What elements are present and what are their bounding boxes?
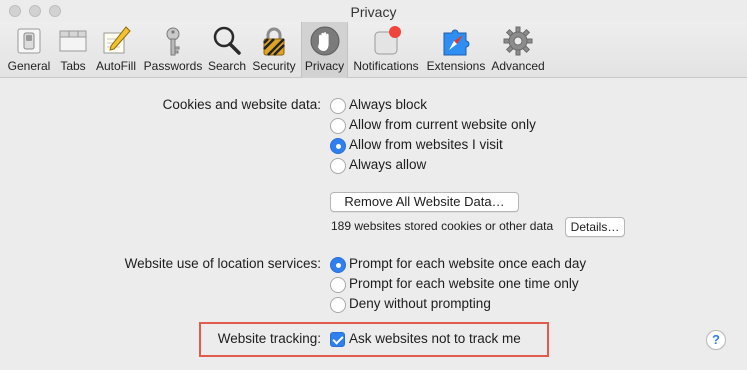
compass-icon <box>443 29 470 56</box>
radio-button[interactable] <box>330 98 346 114</box>
radio-button[interactable] <box>330 158 346 174</box>
radio-prompt-once-each-day-label: Prompt for each website once each day <box>349 256 587 271</box>
radio-always-block-label: Always block <box>349 97 428 112</box>
tab-security-label: Security <box>252 59 296 73</box>
stored-cookies-count: 189 websites stored cookies or other dat… <box>331 219 554 233</box>
radio-button[interactable] <box>330 118 346 134</box>
hand-icon <box>310 26 339 56</box>
tab-security[interactable]: Security <box>250 22 298 78</box>
radio-button[interactable] <box>330 297 346 313</box>
tab-advanced-label: Advanced <box>491 59 545 73</box>
radio-button[interactable] <box>330 277 346 293</box>
tab-notifications-label: Notifications <box>353 59 419 73</box>
radio-always-allow-label: Always allow <box>349 157 427 172</box>
tab-notifications[interactable]: Notifications <box>350 22 422 78</box>
lock-icon <box>263 27 285 56</box>
location-services-label: Website use of location services: <box>124 256 321 271</box>
magnifier-icon <box>213 26 241 55</box>
details-button[interactable]: Details… <box>565 217 625 237</box>
tab-tabs-label: Tabs <box>60 59 86 73</box>
tab-general-label: General <box>7 59 51 73</box>
radio-prompt-one-time-only-label: Prompt for each website one time only <box>349 276 579 291</box>
tab-privacy-label: Privacy <box>304 59 345 73</box>
key-icon <box>166 27 180 56</box>
tab-search[interactable]: Search <box>206 22 248 78</box>
tab-advanced[interactable]: Advanced <box>489 22 547 78</box>
radio-button-selected[interactable] <box>330 257 346 273</box>
window-title: Privacy <box>350 4 397 20</box>
tab-autofill-label: AutoFill <box>95 59 136 73</box>
radio-button-selected[interactable] <box>330 138 346 154</box>
tab-general[interactable]: General <box>4 22 54 78</box>
tab-extensions[interactable]: Extensions <box>425 22 487 78</box>
tab-passwords-label: Passwords <box>143 59 203 73</box>
tab-search-label: Search <box>207 59 247 73</box>
website-tracking-label: Website tracking: <box>217 331 321 346</box>
cookies-label: Cookies and website data: <box>162 97 321 112</box>
tab-passwords[interactable]: Passwords <box>142 22 204 78</box>
preferences-toolbar: General Tabs AutoFill Passwords Search S… <box>0 22 747 78</box>
switch-icon <box>17 28 41 54</box>
tab-tabs[interactable]: Tabs <box>54 22 92 78</box>
checkbox-checked[interactable] <box>330 332 345 347</box>
radio-allow-current-website-label: Allow from current website only <box>349 117 536 132</box>
tab-privacy[interactable]: Privacy <box>301 22 348 78</box>
remove-all-website-data-button[interactable]: Remove All Website Data… <box>330 192 519 212</box>
tabs-icon <box>59 30 87 52</box>
help-button[interactable]: ? <box>706 330 726 350</box>
notification-badge-icon <box>374 26 401 55</box>
preferences-window: Privacy General Tabs AutoFill Passwords … <box>0 0 747 370</box>
radio-allow-websites-visited-label: Allow from websites I visit <box>349 137 503 152</box>
tab-autofill[interactable]: AutoFill <box>92 22 140 78</box>
tab-extensions-label: Extensions <box>426 59 486 73</box>
radio-deny-without-prompting-label: Deny without prompting <box>349 296 491 311</box>
pencil-icon <box>103 26 131 54</box>
gear-icon <box>503 26 533 56</box>
title-bar: Privacy <box>0 0 747 24</box>
checkbox-ask-not-to-track-label: Ask websites not to track me <box>349 331 521 346</box>
privacy-pane: Cookies and website data: Always block A… <box>0 79 747 370</box>
